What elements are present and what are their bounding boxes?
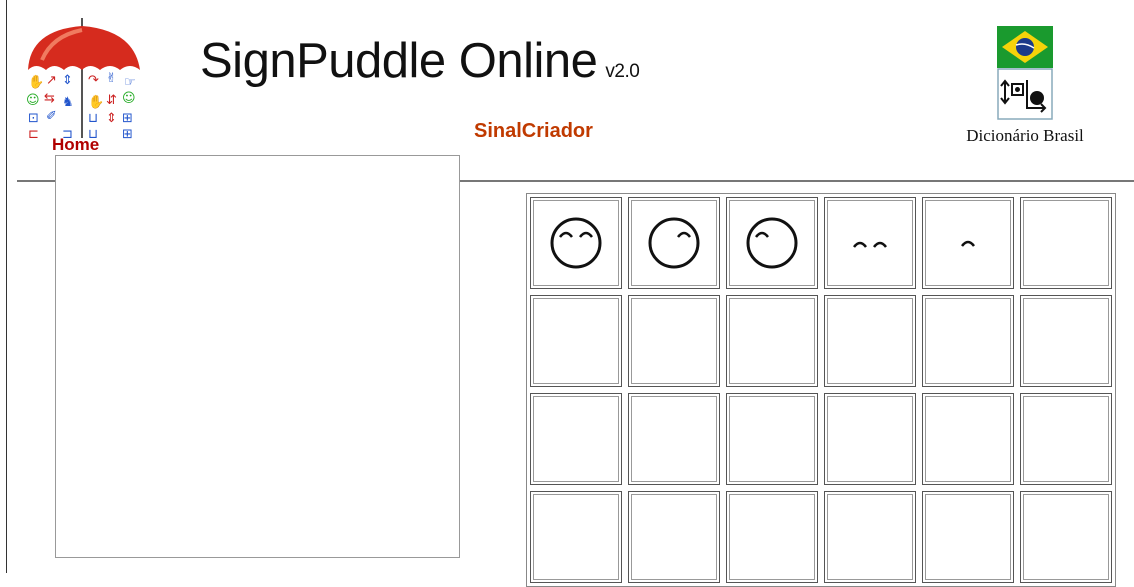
single-eye-closed-symbol <box>961 240 975 247</box>
palette-cell[interactable] <box>530 393 622 485</box>
svg-text:♞: ♞ <box>62 95 74 110</box>
page-subtitle: SinalCriador <box>474 120 593 142</box>
palette-cell[interactable] <box>628 393 720 485</box>
svg-text:☺: ☺ <box>122 91 136 106</box>
palette-cell[interactable] <box>530 295 622 387</box>
dictionary-label: Dicionário Brasil <box>966 126 1084 145</box>
svg-text:✌: ✌ <box>106 71 117 86</box>
palette-cell[interactable] <box>726 197 818 289</box>
umbrella-logo-icon[interactable]: ✋ ↗ ⇕ ↷ ✌ ☞ ☺ ⇆ ♞ ✋ ⇵ ☺ ⊡ ✐ ⊔ ⇕ ⊞ ⊏ ⊐ ⊔ … <box>22 18 144 152</box>
symbol-palette <box>526 193 1116 587</box>
palette-cell[interactable] <box>922 197 1014 289</box>
palette-cell[interactable] <box>628 197 720 289</box>
svg-text:✋: ✋ <box>88 94 104 110</box>
svg-text:⊞: ⊞ <box>122 111 133 126</box>
face-both-eyes-closed-symbol <box>550 217 602 269</box>
svg-text:⊏: ⊏ <box>28 127 39 142</box>
palette-grid <box>527 194 1115 586</box>
palette-cell[interactable] <box>726 491 818 583</box>
version-label: v2.0 <box>605 61 640 82</box>
svg-text:☺: ☺ <box>26 93 40 108</box>
palette-cell[interactable] <box>1020 491 1112 583</box>
palette-cell[interactable] <box>824 197 916 289</box>
svg-text:✐: ✐ <box>46 109 57 124</box>
palette-cell[interactable] <box>530 491 622 583</box>
palette-cell[interactable] <box>922 295 1014 387</box>
palette-cell[interactable] <box>922 491 1014 583</box>
palette-cell[interactable] <box>824 295 916 387</box>
left-border <box>6 0 7 573</box>
palette-cell[interactable] <box>824 491 916 583</box>
palette-cell[interactable] <box>628 491 720 583</box>
face-right-eye-closed-symbol <box>648 217 700 269</box>
title-text: SignPuddle Online <box>200 34 598 88</box>
svg-text:⊔: ⊔ <box>88 111 98 126</box>
svg-text:✋: ✋ <box>28 74 44 90</box>
palette-cell[interactable] <box>530 197 622 289</box>
svg-text:⇵: ⇵ <box>106 93 117 108</box>
palette-cell[interactable] <box>824 393 916 485</box>
dictionary-link[interactable]: Dicionário Brasil <box>950 26 1100 146</box>
svg-text:⊞: ⊞ <box>122 127 133 142</box>
palette-cell[interactable] <box>1020 197 1112 289</box>
svg-text:⇆: ⇆ <box>44 91 55 106</box>
svg-text:↷: ↷ <box>88 73 100 88</box>
svg-text:☞: ☞ <box>124 75 136 90</box>
sign-editor-canvas[interactable] <box>55 155 460 558</box>
palette-cell[interactable] <box>726 393 818 485</box>
svg-text:⇕: ⇕ <box>106 111 117 126</box>
signwriting-dictionary-icon <box>997 68 1053 120</box>
palette-cell[interactable] <box>1020 393 1112 485</box>
palette-cell[interactable] <box>726 295 818 387</box>
palette-cell[interactable] <box>1020 295 1112 387</box>
palette-cell[interactable] <box>628 295 720 387</box>
both-eyes-closed-symbol <box>853 241 887 248</box>
svg-text:↗: ↗ <box>46 73 57 88</box>
palette-cell[interactable] <box>922 393 1014 485</box>
home-link[interactable]: Home <box>52 135 99 155</box>
brazil-flag-icon <box>997 26 1053 68</box>
svg-text:⇕: ⇕ <box>62 73 73 88</box>
face-left-eye-closed-symbol <box>746 217 798 269</box>
page-title: SignPuddle Online v2.0 <box>200 33 640 89</box>
svg-text:⊡: ⊡ <box>28 111 39 126</box>
